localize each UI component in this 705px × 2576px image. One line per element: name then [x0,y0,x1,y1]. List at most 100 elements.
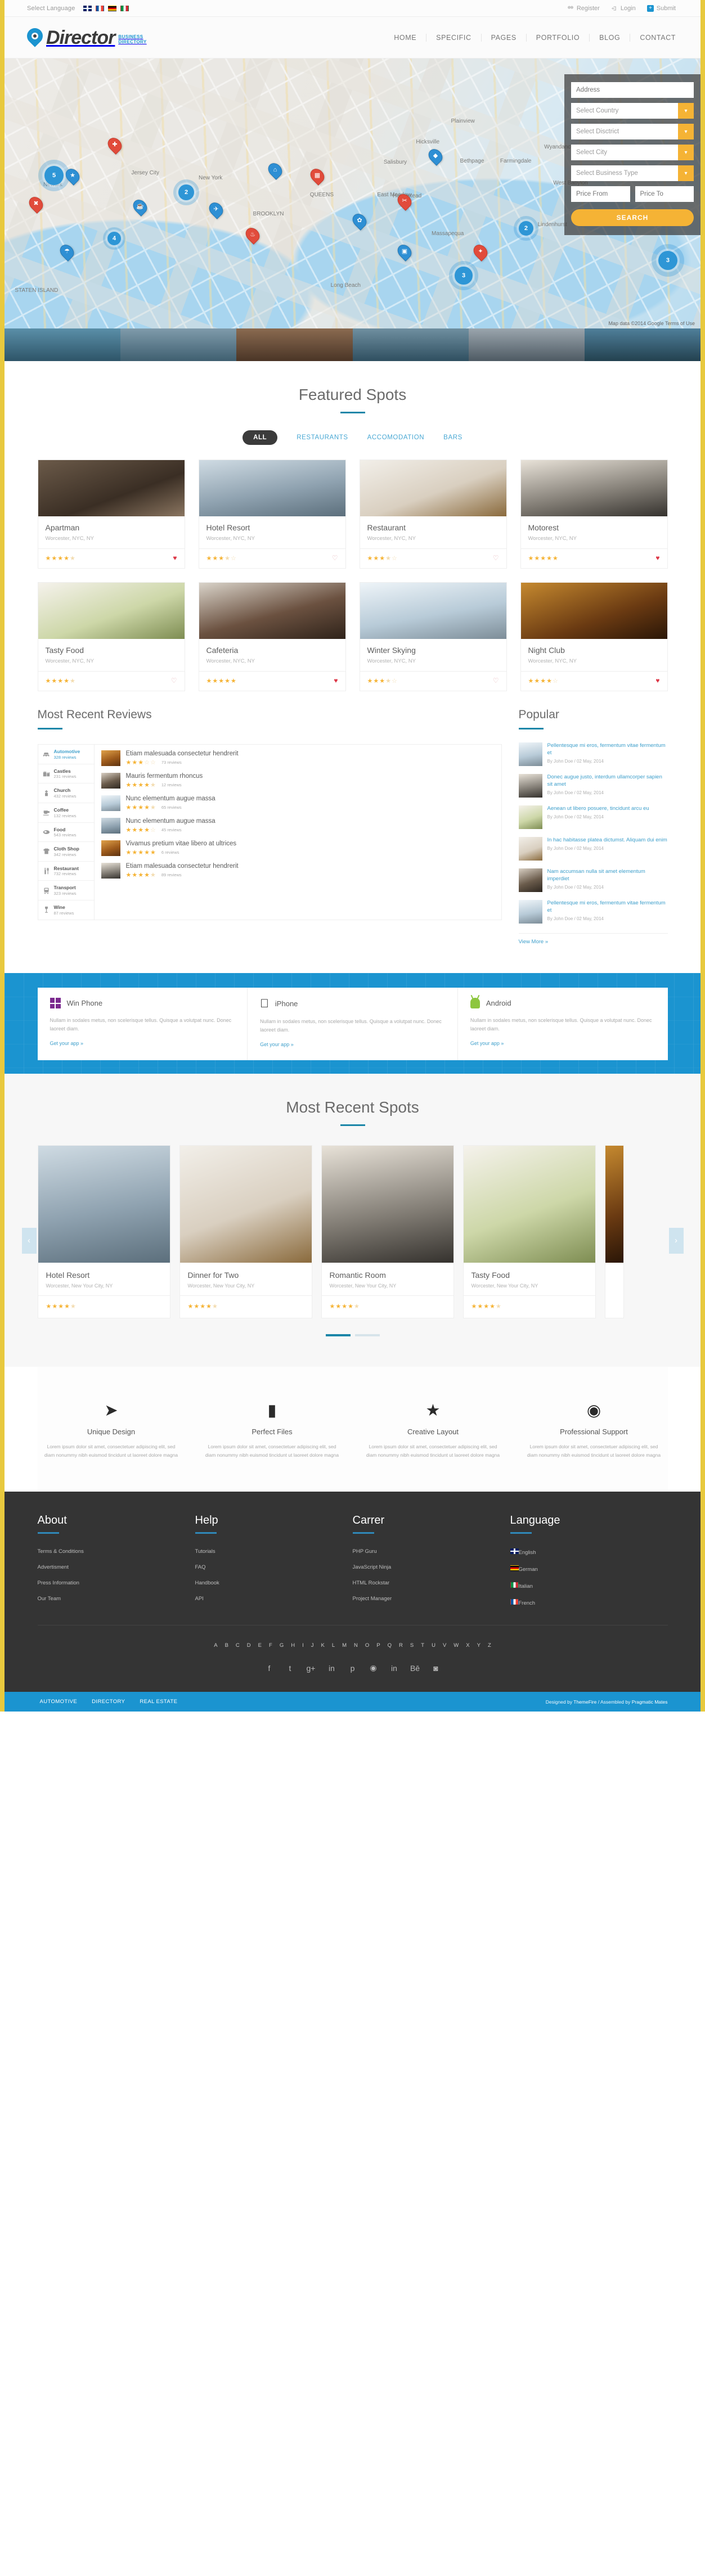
popular-list-item[interactable]: In hac habitasse platea dictumst. Aliqua… [518,833,668,864]
carousel-dot[interactable] [354,1334,380,1336]
footer-link[interactable]: Press Information [38,1580,195,1586]
alphabet-link-R[interactable]: R [399,1642,403,1649]
alphabet-link-A[interactable]: A [214,1642,217,1649]
login-link[interactable]: Login [611,5,636,12]
review-list-item[interactable]: Etiam malesuada consectetur hendrerit ★★★… [95,859,501,882]
map-cluster-marker[interactable]: 2 [173,179,199,205]
recent-spot-card-peek[interactable] [604,1145,624,1318]
review-category-restaurant[interactable]: Restaurant 732 reviews [38,862,94,881]
alphabet-link-O[interactable]: O [365,1642,369,1649]
nav-blog[interactable]: BLOG [590,33,631,42]
alphabet-link-N[interactable]: N [354,1642,358,1649]
facebook-icon[interactable]: f [264,1663,274,1673]
instagram-icon[interactable]: ◙ [431,1663,441,1673]
view-more-link[interactable]: View More » [518,933,668,945]
recent-spot-card[interactable]: Romantic Room Worcester, New Your City, N… [321,1145,454,1318]
alphabet-link-Z[interactable]: Z [488,1642,491,1649]
nav-home[interactable]: HOME [384,33,427,42]
alphabet-link-G[interactable]: G [280,1642,284,1649]
popular-title[interactable]: Nam accumsan nulla sit amet elementum im… [547,868,668,883]
alphabet-link-H[interactable]: H [291,1642,295,1649]
country-select[interactable]: Select Country ▾ [571,103,694,119]
review-list-item[interactable]: Etiam malesuada consectetur hendrerit ★★★… [95,747,501,769]
flag-it-icon[interactable] [120,5,129,11]
carousel-next-button[interactable]: › [668,1227,684,1254]
nav-contact[interactable]: CONTACT [630,34,676,42]
price-from-input[interactable] [571,186,630,202]
footer-link[interactable]: Project Manager [353,1596,510,1602]
review-list-item[interactable]: Vivamus pretium vitae libero at ultrices… [95,837,501,859]
behance-icon[interactable]: Bē [410,1663,420,1673]
alphabet-link-I[interactable]: I [302,1642,304,1649]
twitter-icon[interactable]: t [285,1663,295,1673]
filter-tab-all[interactable]: ALL [243,430,278,445]
review-list-item[interactable]: Nunc elementum augue massa ★★★★☆ 45 review… [95,814,501,837]
footer-link[interactable]: JavaScript Ninja [353,1564,510,1570]
carousel-dot[interactable] [325,1334,351,1336]
alphabet-link-L[interactable]: L [332,1642,335,1649]
pinterest-icon[interactable]: p [348,1663,357,1673]
alphabet-link-B[interactable]: B [225,1642,228,1649]
review-category-wine[interactable]: Wine 87 reviews [38,900,94,920]
district-select[interactable]: Select Disctrict ▾ [571,124,694,139]
map-cluster-marker[interactable]: 3 [652,244,684,277]
favorite-heart-icon[interactable]: ♥ [173,554,177,562]
alphabet-link-W[interactable]: W [453,1642,459,1649]
alphabet-link-U[interactable]: U [432,1642,435,1649]
review-category-church[interactable]: Church 432 reviews [38,783,94,803]
alphabet-link-Y[interactable]: Y [477,1642,481,1649]
footer-link[interactable]: PHP Guru [353,1548,510,1555]
city-select[interactable]: Select City ▾ [571,145,694,160]
favorite-heart-icon[interactable]: ♡ [493,554,499,562]
get-app-link[interactable]: Get your app » [470,1041,504,1046]
alphabet-link-F[interactable]: F [269,1642,272,1649]
popular-list-item[interactable]: Donec augue justo, interdum ullamcorper … [518,770,668,801]
featured-spot-card[interactable]: Tasty Food Worcester, NYC, NY ★★★★★ ♡ [37,582,185,691]
alphabet-link-T[interactable]: T [421,1642,424,1649]
alphabet-link-Q[interactable]: Q [388,1642,392,1649]
footer-language-link[interactable]: English [510,1548,668,1556]
linkedin-icon[interactable]: in [327,1663,336,1673]
featured-spot-card[interactable]: Night Club Worcester, NYC, NY ★★★★☆ ♥ [520,582,668,691]
review-category-food[interactable]: Food 543 reviews [38,823,94,843]
popular-title[interactable]: Donec augue justo, interdum ullamcorper … [547,774,668,789]
featured-spot-card[interactable]: Winter Skying Worcester, NYC, NY ★★★★☆ ♡ [359,582,507,691]
alphabet-link-E[interactable]: E [258,1642,262,1649]
favorite-heart-icon[interactable]: ♥ [655,677,659,684]
google-plus-icon[interactable]: g+ [306,1663,316,1673]
recent-spot-card[interactable]: Dinner for Two Worcester, New Your City, … [179,1145,312,1318]
credit-link-themefire[interactable]: ThemeFire [573,1699,596,1705]
featured-spot-card[interactable]: Hotel Resort Worcester, NYC, NY ★★★★☆ ♡ [198,460,346,569]
popular-title[interactable]: Aenean ut libero posuere, tincidunt arcu… [547,805,649,813]
language-flags[interactable] [83,5,129,11]
footer-link[interactable]: Tutorials [195,1548,353,1555]
footer-language-link[interactable]: French [510,1599,668,1606]
flag-fr-icon[interactable] [95,5,104,11]
footer-link[interactable]: Handbook [195,1580,353,1586]
map-cluster-marker[interactable]: 4 [103,227,125,250]
map-cluster-marker[interactable]: 3 [449,261,478,290]
favorite-heart-icon[interactable]: ♡ [171,677,177,684]
footer-tag-directory[interactable]: DIRECTORY [92,1699,125,1705]
favorite-heart-icon[interactable]: ♥ [334,677,338,684]
popular-list-item[interactable]: Pellentesque mi eros, fermentum vitae fe… [518,738,668,770]
alphabet-link-M[interactable]: M [342,1642,347,1649]
footer-tag-automotive[interactable]: AUTOMOTIVE [40,1699,78,1705]
recent-spot-card[interactable]: Hotel Resort Worcester, New Your City, NY… [37,1145,170,1318]
alphabet-link-D[interactable]: D [247,1642,251,1649]
submit-link[interactable]: + Submit [646,4,676,12]
filter-tab-restaurants[interactable]: RESTAURANTS [297,434,348,441]
popular-title[interactable]: Pellentesque mi eros, fermentum vitae fe… [547,900,668,915]
site-logo[interactable]: Director BUSINESS DIRECTORY [27,28,147,47]
review-category-cloth-shop[interactable]: Cloth Shop 342 reviews [38,842,94,862]
featured-spot-card[interactable]: Motorest Worcester, NYC, NY ★★★★★ ♥ [520,460,668,569]
review-list-item[interactable]: Mauris fermentum rhoncus ★★★★★ 12 reviews [95,769,501,792]
review-category-coffee[interactable]: Coffee 132 reviews [38,803,94,823]
filter-tab-bars[interactable]: BARS [443,434,462,441]
alphabet-link-J[interactable]: J [311,1642,314,1649]
featured-spot-card[interactable]: Restaurant Worcester, NYC, NY ★★★★☆ ♡ [359,460,507,569]
footer-link[interactable]: Our Team [38,1596,195,1602]
map-cluster-marker[interactable]: 5 [38,160,70,191]
alphabet-link-V[interactable]: V [443,1642,446,1649]
alphabet-link-S[interactable]: S [410,1642,414,1649]
